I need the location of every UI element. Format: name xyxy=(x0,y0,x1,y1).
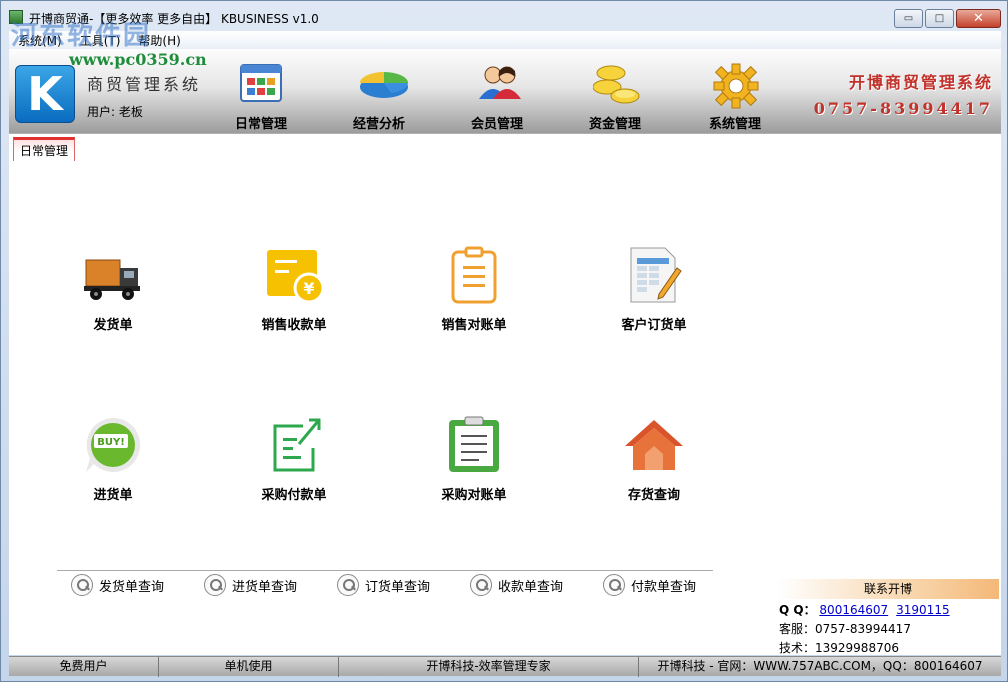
contact-qq: Q Q： 800164607 3190115 xyxy=(777,601,999,618)
tile-purchase-statement[interactable]: 采购对账单 xyxy=(414,414,534,503)
status-website: 开博科技 - 官网：WWW.757ABC.COM，QQ：800164607 xyxy=(657,659,983,673)
tile-purchase-note[interactable]: BUY! 进货单 xyxy=(53,414,173,503)
toolbar-member-management[interactable]: 会员管理 xyxy=(457,63,537,132)
toolbar-label: 资金管理 xyxy=(588,117,641,132)
main-toolbar: K 商贸管理系统 用户: 老板 日常管理 经营分析 会员管理 资金管理 系统管理… xyxy=(9,49,1001,133)
buy-bubble-icon: BUY! xyxy=(82,414,144,476)
yen-receipt-icon: ¥ xyxy=(263,244,325,306)
status-mode: 单机使用 xyxy=(159,657,339,677)
query-delivery[interactable]: 发货单查询 xyxy=(71,574,164,596)
qq-link-1[interactable]: 800164607 xyxy=(819,603,888,617)
pie-chart-icon xyxy=(357,63,408,103)
toolbar-label: 经营分析 xyxy=(352,117,405,132)
brand-block: 开博商贸管理系统 0757-83994417 xyxy=(814,69,993,118)
query-label: 进货单查询 xyxy=(232,579,298,595)
content-panel: 日常管理 发货单 ¥ 销售收款单 销售对账单 客户订货单 BUY! 进货单 采购… xyxy=(9,133,1001,655)
close-button[interactable]: ✕ xyxy=(956,9,1001,28)
magnifier-icon xyxy=(71,574,93,596)
toolbar-fund-management[interactable]: 资金管理 xyxy=(575,63,655,132)
contact-panel: 联系开博 Q Q： 800164607 3190115 客服：0757-83994… xyxy=(777,579,999,656)
menu-bar: 系统(M) 工具(T) 帮助(H) xyxy=(9,31,1001,49)
tile-label: 销售对账单 xyxy=(441,318,507,333)
toolbar-system-management[interactable]: 系统管理 xyxy=(695,63,775,132)
system-name: 商贸管理系统 xyxy=(87,75,202,94)
tile-purchase-payment[interactable]: 采购付款单 xyxy=(234,414,354,503)
window-controls: ▭ □ ✕ xyxy=(894,9,1001,28)
divider xyxy=(57,570,713,571)
toolbar-daily-management[interactable]: 日常管理 xyxy=(221,63,301,132)
members-icon xyxy=(475,63,521,103)
tile-customer-order[interactable]: 客户订货单 xyxy=(594,244,714,333)
svg-text:BUY!: BUY! xyxy=(97,437,125,448)
magnifier-icon xyxy=(603,574,625,596)
query-receipt[interactable]: 收款单查询 xyxy=(470,574,563,596)
query-purchase[interactable]: 进货单查询 xyxy=(204,574,297,596)
contact-service: 客服：0757-83994417 xyxy=(779,622,911,636)
app-logo: K xyxy=(15,65,75,123)
tile-label: 采购付款单 xyxy=(261,488,327,503)
app-icon xyxy=(9,10,23,24)
clipboard-icon xyxy=(443,244,505,306)
tile-label: 存货查询 xyxy=(627,488,680,503)
svg-text:¥: ¥ xyxy=(303,279,314,298)
magnifier-icon xyxy=(337,574,359,596)
qq-label: Q Q： xyxy=(779,603,816,617)
spreadsheet-pen-icon xyxy=(623,244,685,306)
toolbar-label: 会员管理 xyxy=(470,117,523,132)
query-order[interactable]: 订货单查询 xyxy=(337,574,430,596)
house-icon xyxy=(623,414,685,476)
status-license: 免费用户 xyxy=(9,657,159,677)
tile-inventory-query[interactable]: 存货查询 xyxy=(594,414,714,503)
toolbar-label: 日常管理 xyxy=(234,117,287,132)
checklist-icon xyxy=(443,414,505,476)
magnifier-icon xyxy=(470,574,492,596)
tile-delivery-note[interactable]: 发货单 xyxy=(53,244,173,333)
menu-system[interactable]: 系统(M) xyxy=(9,32,71,49)
contact-header: 联系开博 xyxy=(777,579,999,599)
status-bar: 免费用户 单机使用 开博科技-效率管理专家 开博科技 - 官网：WWW.757A… xyxy=(9,656,1001,677)
gear-icon xyxy=(713,63,759,109)
title-bar[interactable]: 开博商贸通-【更多效率 更多自由】 KBUSINESS v1.0 ▭ □ ✕ xyxy=(1,1,1007,31)
query-label: 付款单查询 xyxy=(631,579,697,595)
brand-phone: 0757-83994417 xyxy=(813,99,993,118)
minimize-button[interactable]: ▭ xyxy=(894,9,923,28)
maximize-button[interactable]: □ xyxy=(925,9,954,28)
toolbar-label: 系统管理 xyxy=(708,117,761,132)
query-label: 发货单查询 xyxy=(99,579,165,595)
tile-label: 进货单 xyxy=(93,488,133,503)
brand-name: 开博商贸管理系统 xyxy=(848,73,993,92)
logo-letter: K xyxy=(27,67,63,121)
tile-sales-statement[interactable]: 销售对账单 xyxy=(414,244,534,333)
tile-sales-receipt[interactable]: ¥ 销售收款单 xyxy=(234,244,354,333)
payment-arrow-icon xyxy=(263,414,325,476)
calendar-grid-icon xyxy=(239,63,283,103)
current-user: 用户: 老板 xyxy=(87,105,143,119)
query-payment[interactable]: 付款单查询 xyxy=(603,574,696,596)
qq-link-2[interactable]: 3190115 xyxy=(896,603,949,617)
query-label: 收款单查询 xyxy=(498,579,564,595)
app-window: 开博商贸通-【更多效率 更多自由】 KBUSINESS v1.0 ▭ □ ✕ 系… xyxy=(0,0,1008,682)
tab-daily-management[interactable]: 日常管理 xyxy=(13,137,76,161)
toolbar-business-analysis[interactable]: 经营分析 xyxy=(339,63,419,132)
contact-tech: 技术：13929988706 xyxy=(779,641,899,655)
tile-label: 采购对账单 xyxy=(441,488,507,503)
status-slogan: 开博科技-效率管理专家 xyxy=(339,657,639,677)
tile-label: 发货单 xyxy=(93,318,133,333)
magnifier-icon xyxy=(204,574,226,596)
menu-help[interactable]: 帮助(H) xyxy=(129,32,189,49)
truck-icon xyxy=(82,244,144,306)
coins-icon xyxy=(592,63,640,104)
query-label: 订货单查询 xyxy=(365,579,431,595)
window-title: 开博商贸通-【更多效率 更多自由】 KBUSINESS v1.0 xyxy=(29,12,319,26)
tile-label: 客户订货单 xyxy=(621,318,687,333)
tile-label: 销售收款单 xyxy=(261,318,327,333)
menu-tools[interactable]: 工具(T) xyxy=(71,32,130,49)
